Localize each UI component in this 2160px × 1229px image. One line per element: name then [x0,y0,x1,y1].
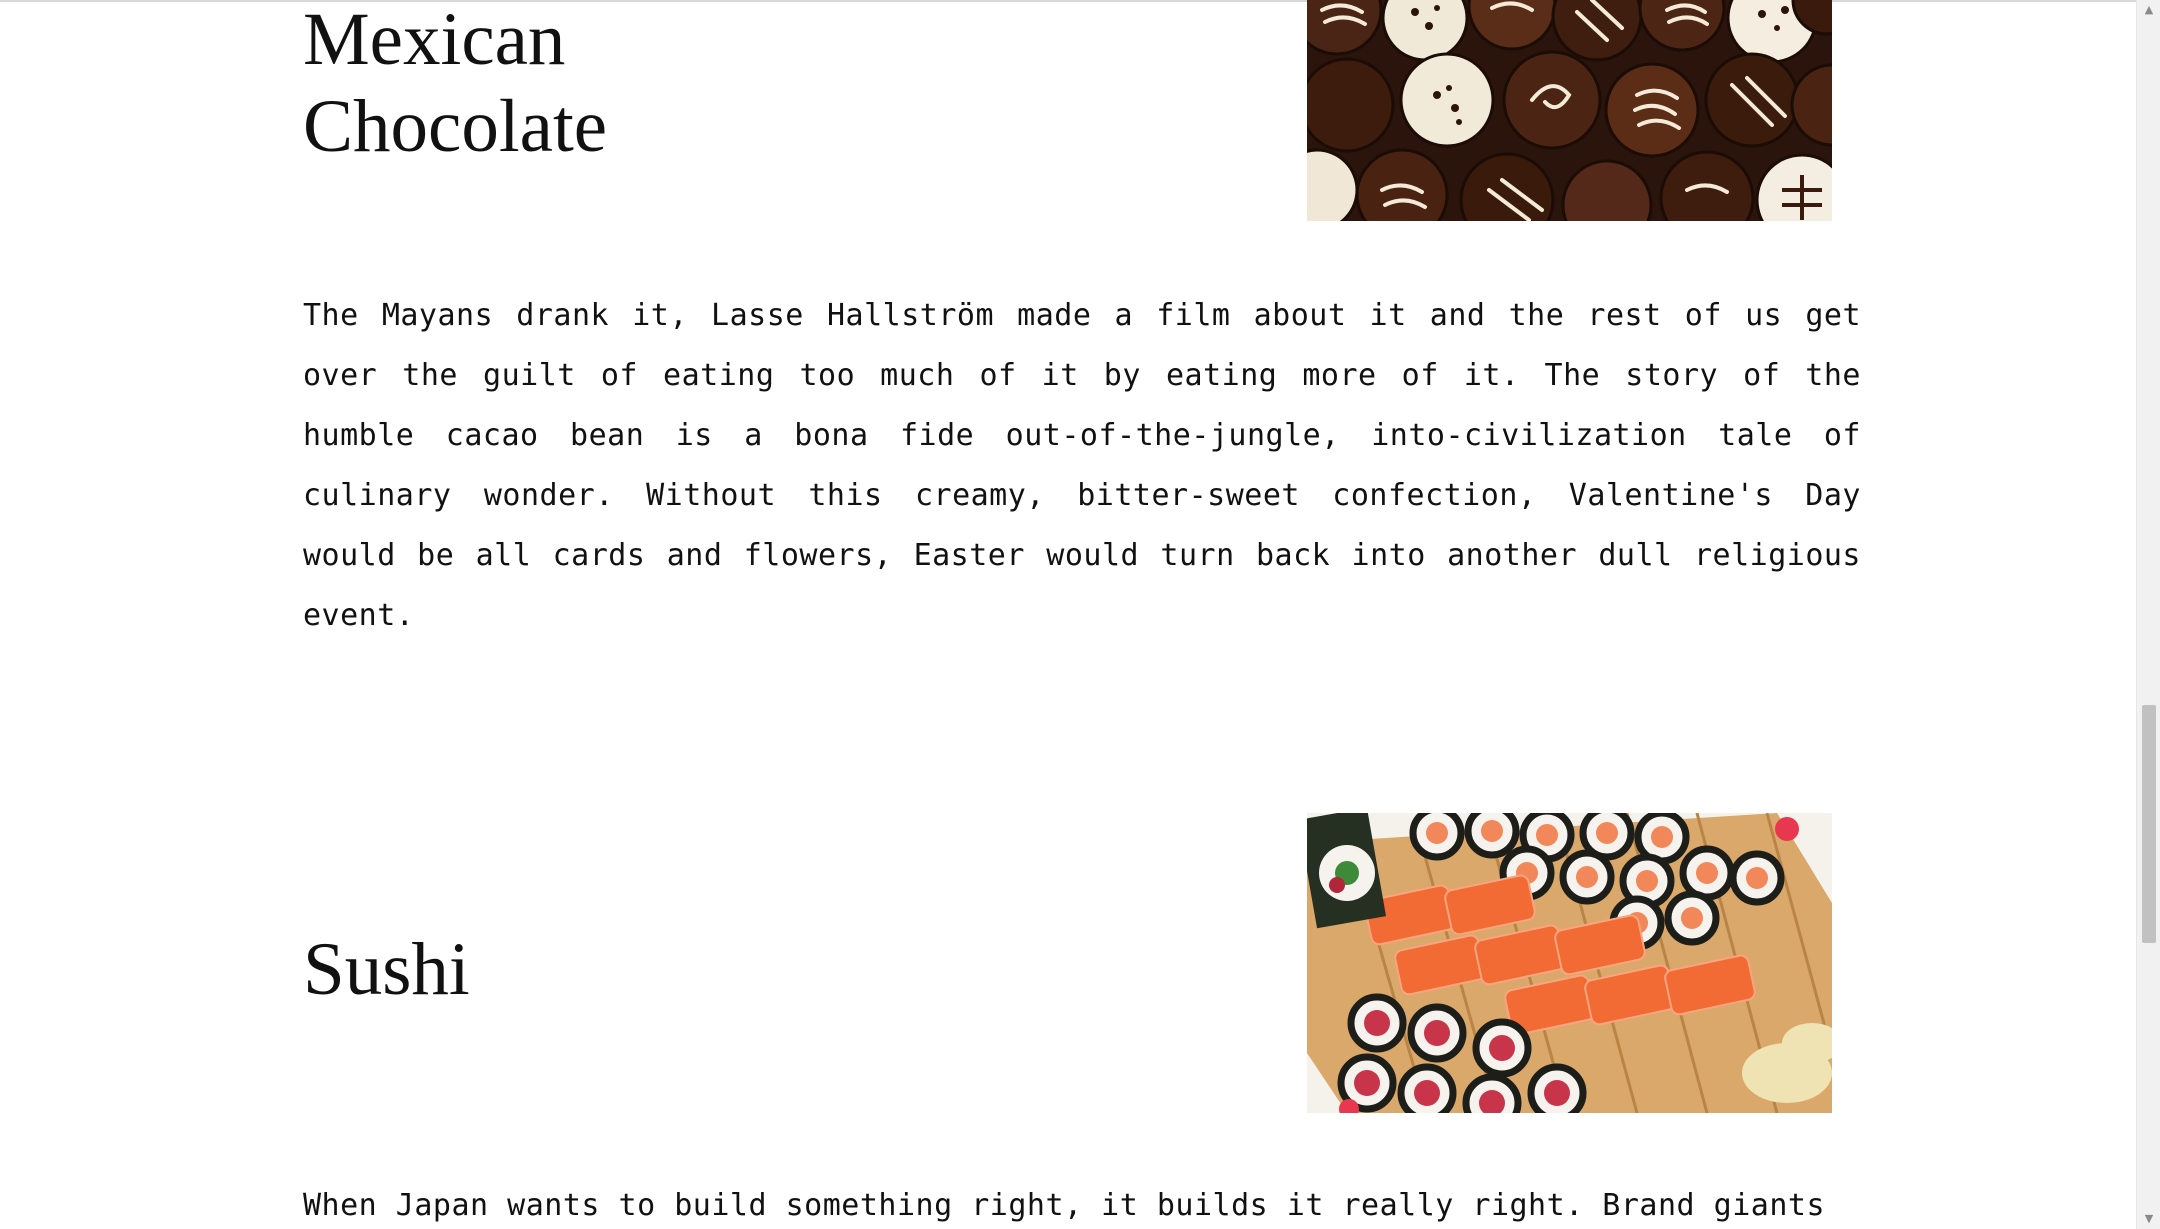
sushi-description: When Japan wants to build something righ… [303,1188,1826,1223]
scroll-down-icon[interactable]: ▼ [2137,1209,2160,1229]
chocolate-section-title: Mexican Chocolate [303,0,903,170]
title-line-2: Chocolate [303,85,608,168]
scroll-thumb[interactable] [2142,705,2156,943]
scroll-up-icon[interactable]: ▲ [2137,0,2160,20]
chocolate-truffles-photo [1307,0,1832,221]
vertical-scrollbar[interactable]: ▲ ▼ [2136,0,2160,1229]
title-line-1: Mexican [303,0,566,81]
sushi-section-title: Sushi [303,928,470,1011]
page-viewport: Mexican Chocolate The Mayans drank it, L… [0,0,2136,1229]
sushi-platter-photo [1307,813,1832,1113]
chocolate-description: The Mayans drank it, Lasse Hallström mad… [303,298,1861,633]
